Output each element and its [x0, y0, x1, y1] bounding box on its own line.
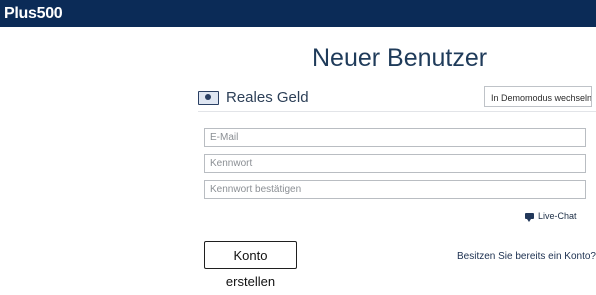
confirm-password-field[interactable] — [204, 180, 586, 199]
switch-demo-mode-button[interactable]: In Demomodus wechseln — [484, 86, 592, 107]
money-icon — [198, 91, 219, 105]
password-field[interactable] — [204, 154, 586, 173]
live-chat-link[interactable]: Live-Chat — [525, 211, 577, 222]
create-account-button[interactable]: Konto erstellen — [204, 241, 297, 289]
account-type-indicator: Reales Geld — [198, 88, 309, 108]
chat-icon — [525, 213, 534, 222]
existing-account-link[interactable]: Besitzen Sie bereits ein Konto? — [457, 251, 596, 262]
page-title: Neuer Benutzer — [312, 44, 488, 72]
live-chat-label: Live-Chat — [538, 211, 577, 221]
divider — [198, 111, 596, 112]
account-type-label: Reales Geld — [226, 89, 309, 106]
email-field[interactable] — [204, 128, 586, 147]
top-bar: Plus500 — [0, 0, 596, 27]
plus500-logo[interactable]: Plus500 — [4, 4, 63, 24]
